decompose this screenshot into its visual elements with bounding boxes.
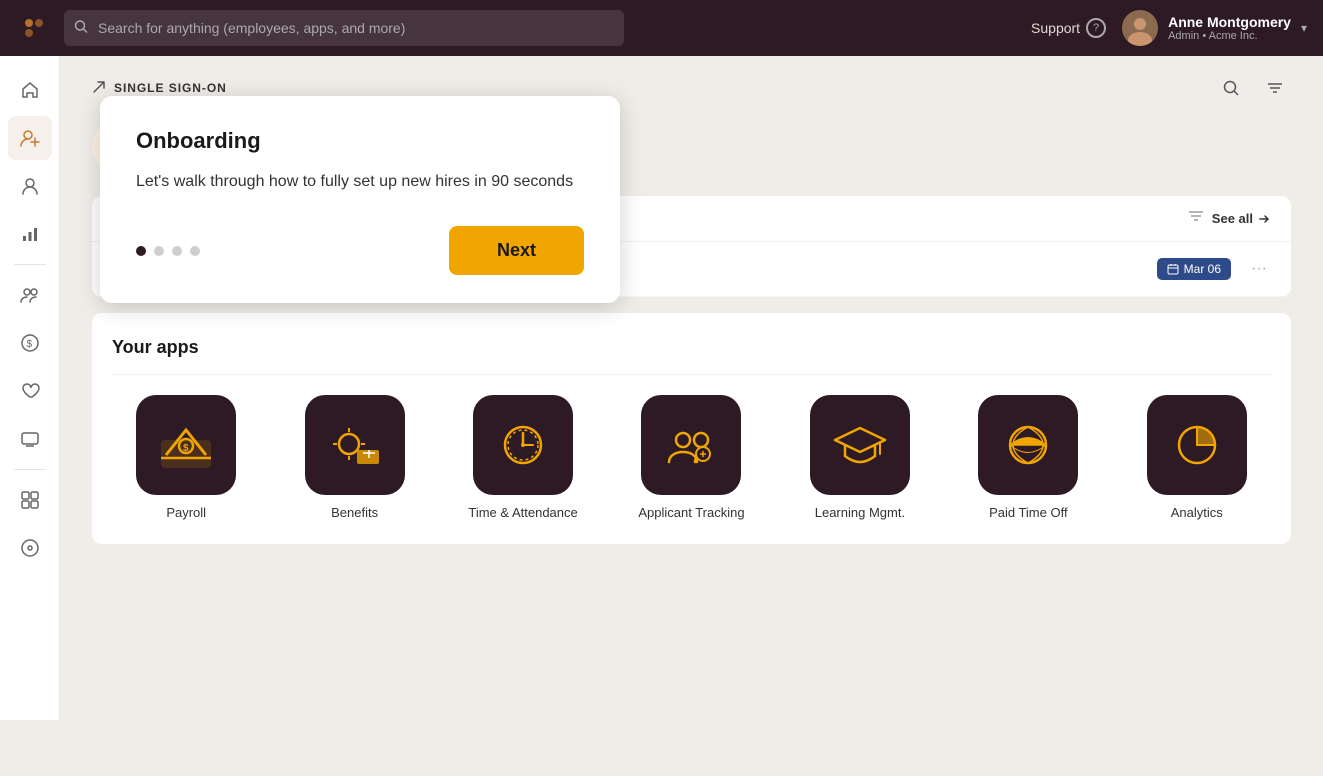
search-icon [74, 20, 88, 37]
popup-title: Onboarding [136, 128, 584, 154]
search-input[interactable] [64, 10, 624, 46]
sidebar-item-people[interactable] [8, 164, 52, 208]
svg-text:$: $ [183, 443, 189, 454]
app-card-learning[interactable]: Learning Mgmt. [786, 395, 934, 520]
sidebar-divider-2 [14, 469, 46, 470]
app-icon-learning [810, 395, 910, 495]
app-card-time[interactable]: Time & Attendance [449, 395, 597, 520]
user-details: Anne Montgomery Admin • Acme Inc. [1168, 14, 1291, 42]
support-label: Support [1031, 20, 1080, 36]
support-button[interactable]: Support ? [1031, 18, 1106, 38]
app-icon-time [473, 395, 573, 495]
task-date-badge: Mar 06 [1157, 258, 1231, 280]
nav-right: Support ? Anne Montgomery Admin • Acme I… [1031, 10, 1307, 46]
sidebar-item-payroll[interactable]: $ [8, 321, 52, 365]
topnav: Support ? Anne Montgomery Admin • Acme I… [0, 0, 1323, 56]
onboarding-popup: Onboarding Let's walk through how to ful… [60, 56, 620, 303]
app-name-payroll: Payroll [166, 505, 206, 520]
sidebar-item-teams[interactable] [8, 273, 52, 317]
app-icon-benefits [305, 395, 405, 495]
app-card-benefits[interactable]: Benefits [280, 395, 428, 520]
task-more-button[interactable]: ··· [1247, 260, 1271, 278]
sidebar: $ [0, 56, 60, 720]
user-menu-chevron: ▾ [1301, 21, 1307, 35]
sidebar-item-reports[interactable] [8, 212, 52, 256]
app-card-applicant[interactable]: Applicant Tracking [617, 395, 765, 520]
app-name-time: Time & Attendance [468, 505, 577, 520]
app-icon-analytics [1147, 395, 1247, 495]
logo-icon[interactable] [16, 10, 52, 46]
app-name-benefits: Benefits [331, 505, 378, 520]
app-icon-applicant [641, 395, 741, 495]
sidebar-item-benefits[interactable] [8, 369, 52, 413]
popup-text: Let's walk through how to fully set up n… [136, 170, 584, 194]
app-name-pto: Paid Time Off [989, 505, 1068, 520]
sidebar-item-apps[interactable] [8, 478, 52, 522]
sidebar-item-settings[interactable] [8, 526, 52, 570]
header-actions [1215, 72, 1291, 104]
popup-footer: Next [136, 226, 584, 275]
header-search-button[interactable] [1215, 72, 1247, 104]
sidebar-item-devices[interactable] [8, 417, 52, 461]
see-all-button[interactable]: See all [1212, 211, 1271, 226]
dot-1 [136, 246, 146, 256]
user-name: Anne Montgomery [1168, 14, 1291, 30]
popup-card: Onboarding Let's walk through how to ful… [100, 96, 620, 303]
your-apps-title: Your apps [112, 337, 1271, 358]
search-wrap [64, 10, 624, 46]
sidebar-divider-1 [14, 264, 46, 265]
next-button[interactable]: Next [449, 226, 584, 275]
dot-4 [190, 246, 200, 256]
dot-2 [154, 246, 164, 256]
app-card-payroll[interactable]: $ Payroll [112, 395, 260, 520]
user-menu[interactable]: Anne Montgomery Admin • Acme Inc. ▾ [1122, 10, 1307, 46]
app-icon-pto [978, 395, 1078, 495]
apps-divider [112, 374, 1271, 375]
app-card-pto[interactable]: Paid Time Off [954, 395, 1102, 520]
app-name-learning: Learning Mgmt. [815, 505, 905, 520]
user-role: Admin • Acme Inc. [1168, 30, 1291, 42]
app-name-analytics: Analytics [1171, 505, 1223, 520]
popup-dots [136, 246, 200, 256]
dot-3 [172, 246, 182, 256]
svg-text:$: $ [26, 339, 32, 350]
avatar [1122, 10, 1158, 46]
app-name-applicant: Applicant Tracking [638, 505, 744, 520]
sidebar-item-home[interactable] [8, 68, 52, 112]
header-filter-button[interactable] [1259, 72, 1291, 104]
main-content: SINGLE SIGN-ON [60, 56, 1323, 720]
apps-grid: $ Payroll [112, 395, 1271, 520]
app-card-analytics[interactable]: Analytics [1123, 395, 1271, 520]
support-icon: ? [1086, 18, 1106, 38]
sidebar-item-add-employee[interactable] [8, 116, 52, 160]
your-apps-section: Your apps $ Payroll [92, 313, 1291, 544]
tasks-filter-icon [1188, 208, 1204, 229]
app-icon-payroll: $ [136, 395, 236, 495]
